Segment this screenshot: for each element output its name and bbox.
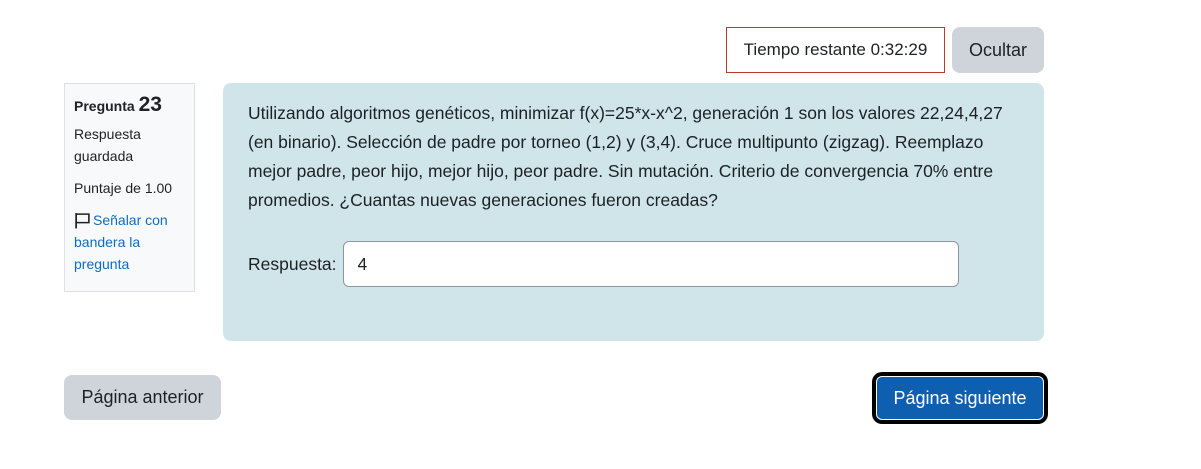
question-formulation: Utilizando algoritmos genéticos, minimiz… xyxy=(223,83,1044,341)
time-remaining: Tiempo restante 0:32:29 xyxy=(726,27,945,73)
question-label: Pregunta xyxy=(74,98,135,114)
question-number-heading: Pregunta 23 xyxy=(74,94,185,117)
question-grade: Puntaje de 1.00 xyxy=(74,180,173,196)
question-info: Pregunta 23 Respuesta guardada Puntaje d… xyxy=(64,83,195,292)
question-text: Utilizando algoritmos genéticos, minimiz… xyxy=(248,103,1003,210)
hide-timer-button[interactable]: Ocultar xyxy=(952,27,1044,73)
question-number: 23 xyxy=(138,93,162,116)
next-page-label: Página siguiente xyxy=(876,376,1044,420)
question-state: Respuesta guardada xyxy=(74,126,141,164)
next-page-button[interactable]: Página siguiente xyxy=(872,372,1048,424)
answer-label: Respuesta: xyxy=(248,253,337,274)
flag-question-link[interactable]: Señalar con bandera la pregunta xyxy=(74,209,185,275)
previous-page-button[interactable]: Página anterior xyxy=(64,375,221,420)
answer-input[interactable]: 4 xyxy=(342,241,959,287)
quiz-page: Tiempo restante 0:32:29 Ocultar Pregunta… xyxy=(0,0,1201,469)
answer-row: Respuesta: 4 xyxy=(248,241,1019,287)
flag-icon xyxy=(75,213,90,229)
